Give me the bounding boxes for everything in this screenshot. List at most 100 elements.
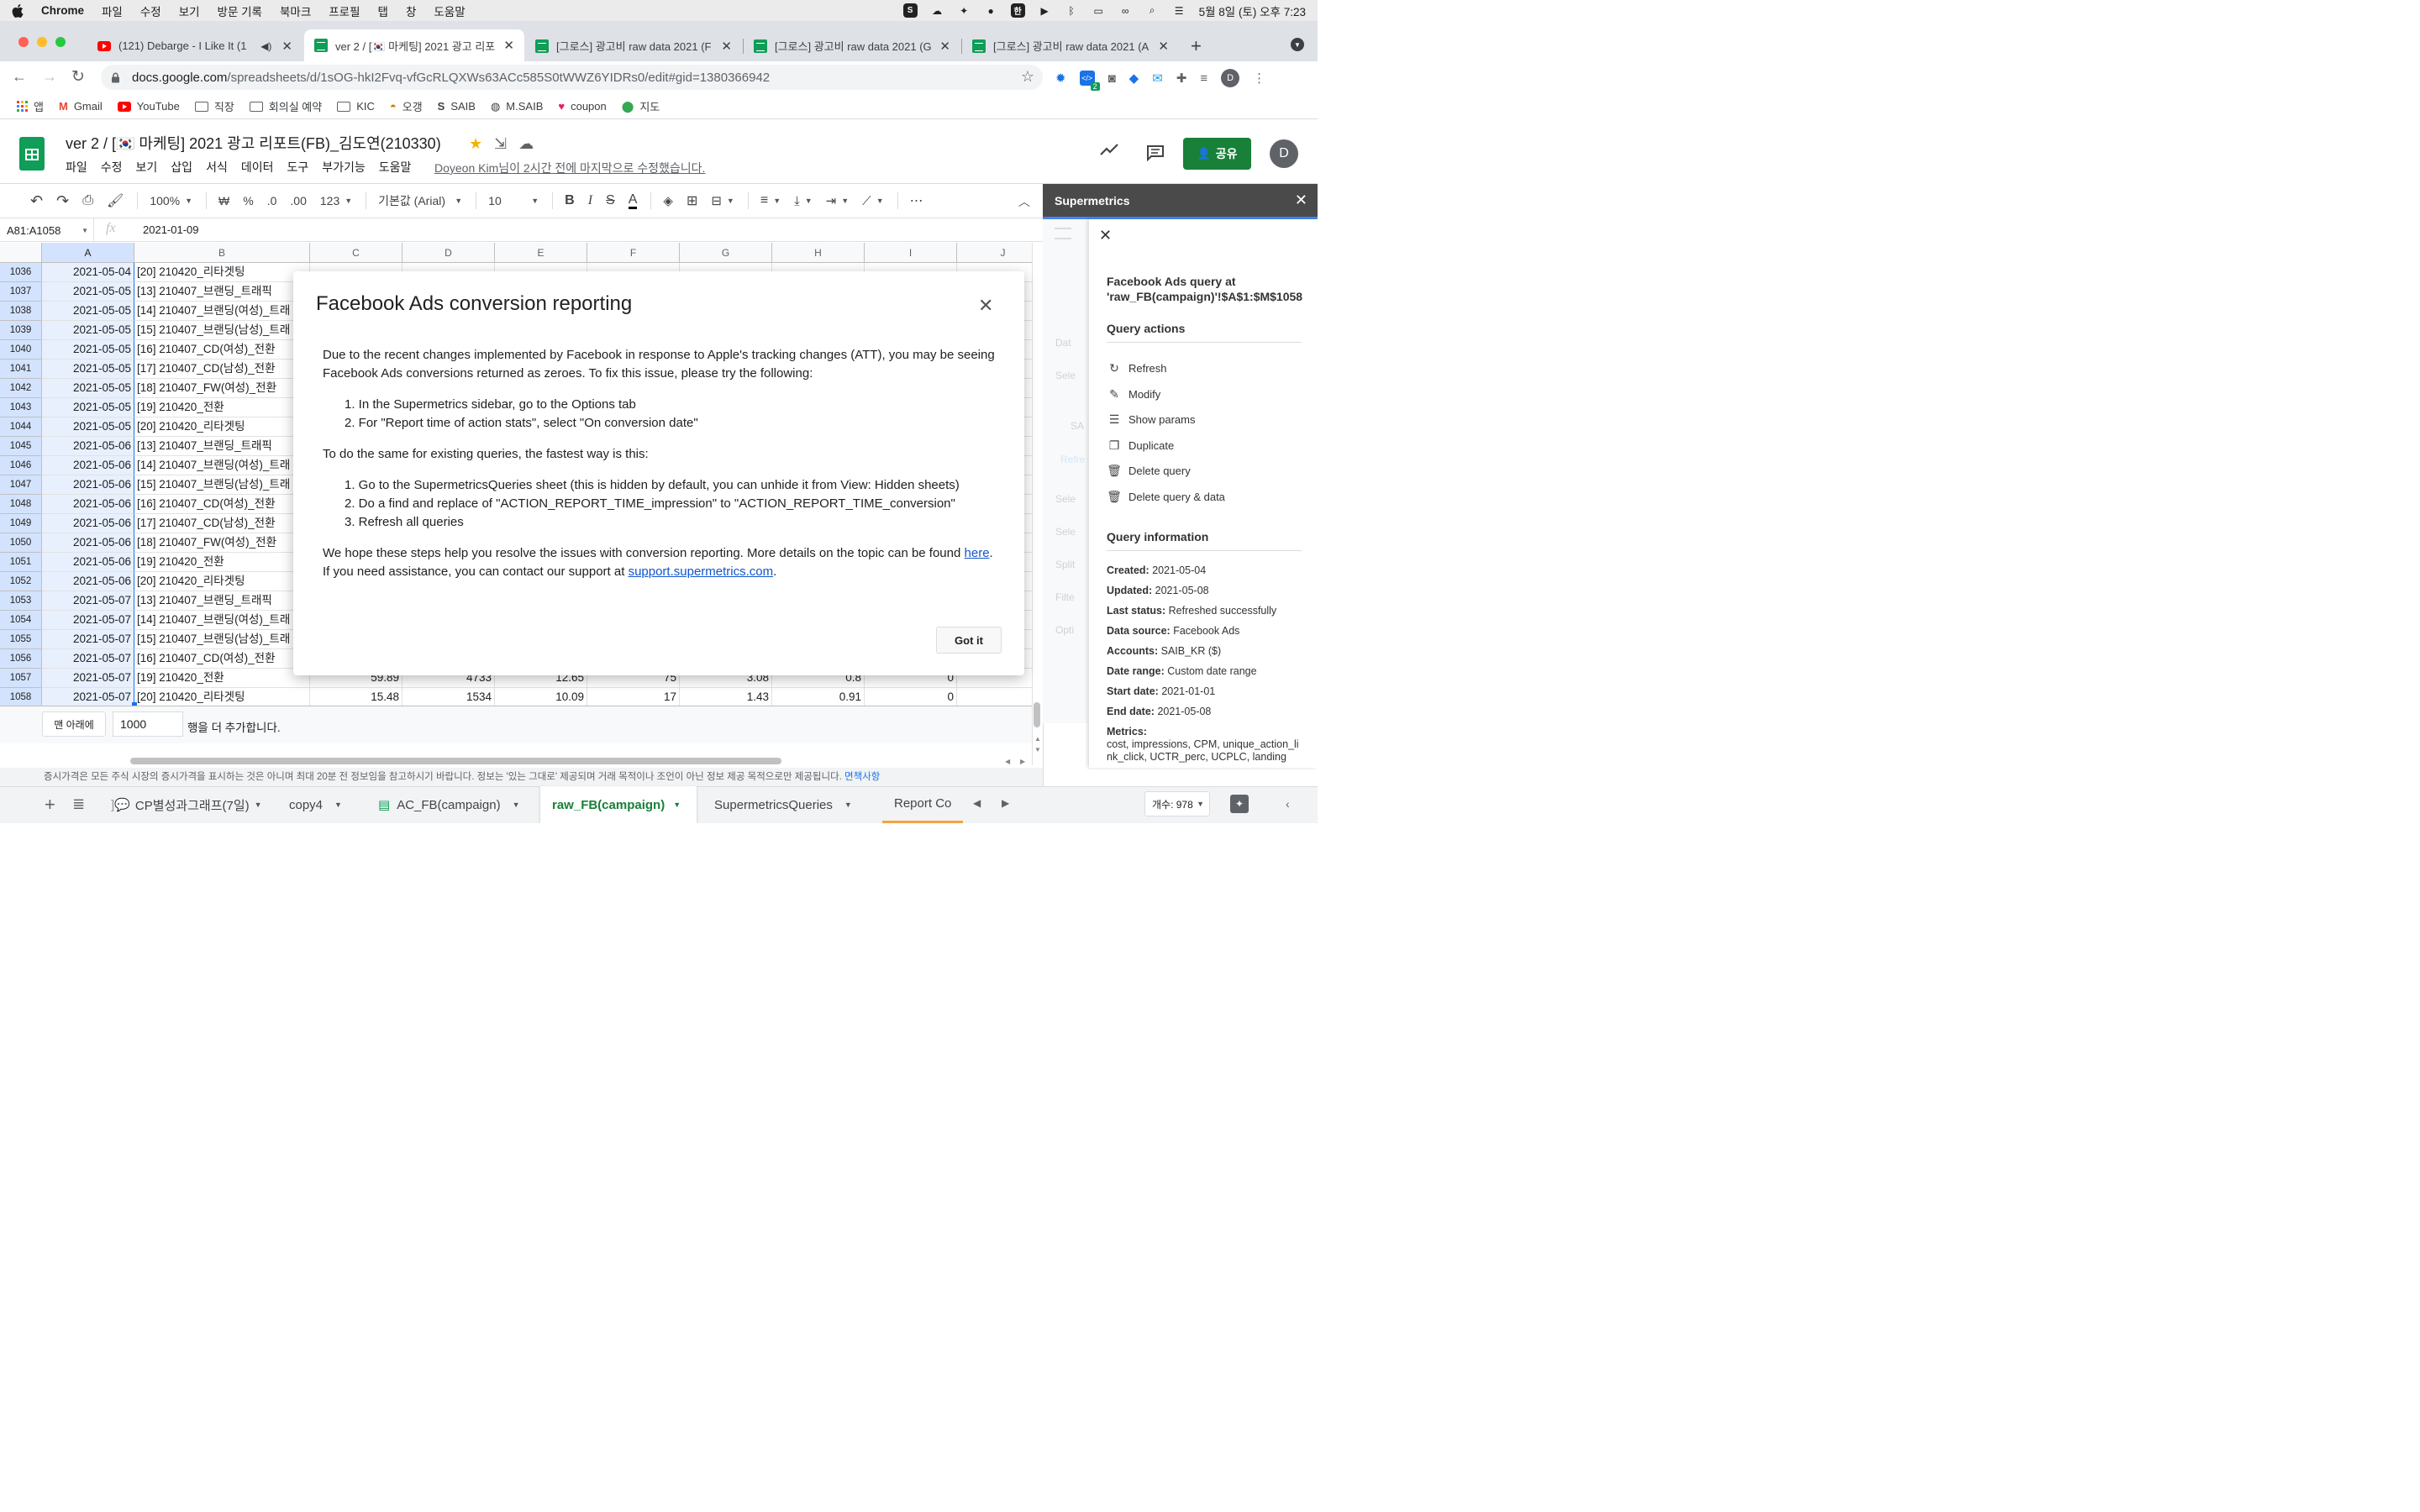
browser-tab-sheet-f[interactable]: [그로스] 광고비 raw data 2021 (F ✕ <box>525 30 742 61</box>
tab-close-icon[interactable]: ✕ <box>503 38 514 53</box>
speaker-icon[interactable]: ◀) <box>260 40 271 52</box>
back-arrow-icon[interactable]: ← <box>12 68 27 86</box>
all-sheets-icon[interactable]: ≣ <box>72 795 85 813</box>
row-number[interactable]: 1044 <box>0 417 42 437</box>
column-header-g[interactable]: G <box>680 243 772 263</box>
row-number[interactable]: 1050 <box>0 533 42 553</box>
sheet-tab-cp-graph[interactable]: ]💬 CP별성과그래프(7일) ▼ <box>99 786 272 823</box>
menu-file[interactable]: 파일 <box>66 159 87 176</box>
scroll-right-icon[interactable]: ▶ <box>1020 758 1025 765</box>
bookmark-gmail[interactable]: M Gmail <box>59 100 103 113</box>
tab-close-icon[interactable]: ✕ <box>939 39 950 54</box>
menu-format[interactable]: 서식 <box>206 159 228 176</box>
lock-icon[interactable] <box>111 72 120 83</box>
play-icon[interactable]: ▶ <box>1038 3 1052 18</box>
campaign-cell[interactable]: [13] 210407_브랜딩_트래픽 <box>134 282 310 302</box>
campaign-cell[interactable]: [14] 210407_브랜딩(여성)_트래 <box>134 302 310 321</box>
campaign-cell[interactable]: [19] 210420_전환 <box>134 553 310 572</box>
last-edit-link[interactable]: Doyeon Kim님이 2시간 전에 마지막으로 수정했습니다. <box>434 160 705 176</box>
campaign-cell[interactable]: [15] 210407_브랜딩(남성)_트래 <box>134 321 310 340</box>
value-cell[interactable]: 1534 <box>402 688 495 706</box>
bookmark-folder-work[interactable]: 직장 <box>194 98 234 114</box>
more-options-icon[interactable]: ⋯ <box>910 192 923 209</box>
campaign-cell[interactable]: [19] 210420_전환 <box>134 669 310 688</box>
campaign-cell[interactable]: [16] 210407_CD(여성)_전환 <box>134 495 310 514</box>
spotlight-icon[interactable]: ⌕ <box>1145 3 1160 18</box>
menu-tools[interactable]: 도구 <box>287 159 308 176</box>
zoom-select[interactable]: 100% ▼ <box>150 194 192 207</box>
date-cell[interactable]: 2021-05-06 <box>42 514 134 533</box>
menu-view[interactable]: 보기 <box>136 159 158 176</box>
campaign-cell[interactable]: [16] 210407_CD(여성)_전환 <box>134 649 310 669</box>
forward-arrow-icon[interactable]: → <box>42 68 57 86</box>
explore-icon[interactable]: ✦ <box>1230 795 1249 813</box>
profile-avatar[interactable]: D <box>1221 69 1240 87</box>
bookmark-coupon[interactable]: ♥ coupon <box>558 100 606 113</box>
add-rows-button[interactable]: 맨 아래에 <box>42 711 106 737</box>
cloud-icon[interactable]: ☁ <box>930 3 944 18</box>
menu-help[interactable]: 도움말 <box>379 159 412 176</box>
value-cell[interactable] <box>957 688 1032 706</box>
extension-bug-icon[interactable]: ✹ <box>1055 71 1066 86</box>
decrease-decimal-button[interactable]: .0 <box>267 194 277 207</box>
fill-color-icon[interactable]: ◈ <box>663 193 673 208</box>
campaign-cell[interactable]: [16] 210407_CD(여성)_전환 <box>134 340 310 360</box>
row-number[interactable]: 1038 <box>0 302 42 321</box>
bookmark-saib[interactable]: S SAIB <box>438 100 476 113</box>
star-icon[interactable]: ★ <box>469 135 482 153</box>
column-header-c[interactable]: C <box>310 243 402 263</box>
row-number[interactable]: 1053 <box>0 591 42 611</box>
campaign-cell[interactable]: [17] 210407_CD(남성)_전환 <box>134 360 310 379</box>
vertical-scrollbar-thumb[interactable] <box>1034 702 1040 727</box>
align-horizontal-icon[interactable]: ≡ ▼ <box>760 193 781 208</box>
bookmark-folder-kic[interactable]: KIC <box>337 100 375 113</box>
row-number[interactable]: 1041 <box>0 360 42 379</box>
browser-tab-youtube[interactable]: (121) Debarge - I Like It (1 ◀) ✕ <box>87 30 302 61</box>
scroll-up-icon[interactable]: ▲ <box>1034 735 1041 743</box>
menubar-item-history[interactable]: 방문 기록 <box>218 3 262 19</box>
row-number[interactable]: 1039 <box>0 321 42 340</box>
row-number[interactable]: 1056 <box>0 649 42 669</box>
date-cell[interactable]: 2021-05-06 <box>42 456 134 475</box>
campaign-cell[interactable]: [14] 210407_브랜딩(여성)_트래 <box>134 611 310 630</box>
activity-trend-icon[interactable] <box>1100 143 1118 156</box>
query-panel-close-icon[interactable]: ✕ <box>1099 227 1112 244</box>
row-number[interactable]: 1040 <box>0 340 42 360</box>
undo-icon[interactable]: ↶ <box>30 192 43 210</box>
date-cell[interactable]: 2021-05-05 <box>42 302 134 321</box>
korean-input-icon[interactable]: 한 <box>1010 3 1025 18</box>
scroll-left-icon[interactable]: ◀ <box>1005 758 1010 765</box>
campaign-cell[interactable]: [19] 210420_전환 <box>134 398 310 417</box>
date-cell[interactable]: 2021-05-05 <box>42 282 134 302</box>
disclaimer-link[interactable]: 면책사항 <box>844 772 880 782</box>
vertical-scrollbar[interactable] <box>1032 243 1043 765</box>
tabs-scroll-right-icon[interactable]: ▶ <box>1002 797 1009 809</box>
date-cell[interactable]: 2021-05-05 <box>42 417 134 437</box>
row-number[interactable]: 1043 <box>0 398 42 417</box>
date-cell[interactable]: 2021-05-06 <box>42 553 134 572</box>
name-box[interactable]: A81:A1058 ▼ <box>0 218 94 242</box>
date-cell[interactable]: 2021-05-06 <box>42 437 134 456</box>
bookmark-msaib[interactable]: ◍ M.SAIB <box>491 100 543 113</box>
menu-addons[interactable]: 부가기능 <box>322 159 366 176</box>
menubar-clock[interactable]: 5월 8일 (토) 오후 7:23 <box>1199 3 1306 19</box>
tabs-scroll-left-icon[interactable]: ◀ <box>973 797 981 809</box>
date-cell[interactable]: 2021-05-05 <box>42 321 134 340</box>
window-minimize-button[interactable] <box>37 37 47 47</box>
print-icon[interactable]: ⎙ <box>82 193 93 208</box>
italic-icon[interactable]: I <box>588 193 592 208</box>
column-header-b[interactable]: B <box>134 243 310 263</box>
bold-icon[interactable]: B <box>565 193 575 208</box>
row-number[interactable]: 1037 <box>0 282 42 302</box>
here-link[interactable]: here <box>965 546 990 560</box>
column-header-j[interactable]: J <box>957 243 1032 263</box>
column-header-a[interactable]: A <box>42 243 134 263</box>
account-avatar[interactable]: D <box>1270 139 1298 168</box>
campaign-cell[interactable]: [15] 210407_브랜딩(남성)_트래 <box>134 630 310 649</box>
omnibox[interactable]: docs.google.com/spreadsheets/d/1sOG-hkI2… <box>101 65 1043 90</box>
date-cell[interactable]: 2021-05-05 <box>42 379 134 398</box>
menubar-item-edit[interactable]: 수정 <box>140 3 161 19</box>
query-action-refresh[interactable]: ↻ Refresh <box>1107 361 1166 375</box>
bookmark-apps[interactable]: 앱 <box>17 98 44 114</box>
collapse-sidepanel-icon[interactable]: ‹ <box>1286 797 1290 811</box>
